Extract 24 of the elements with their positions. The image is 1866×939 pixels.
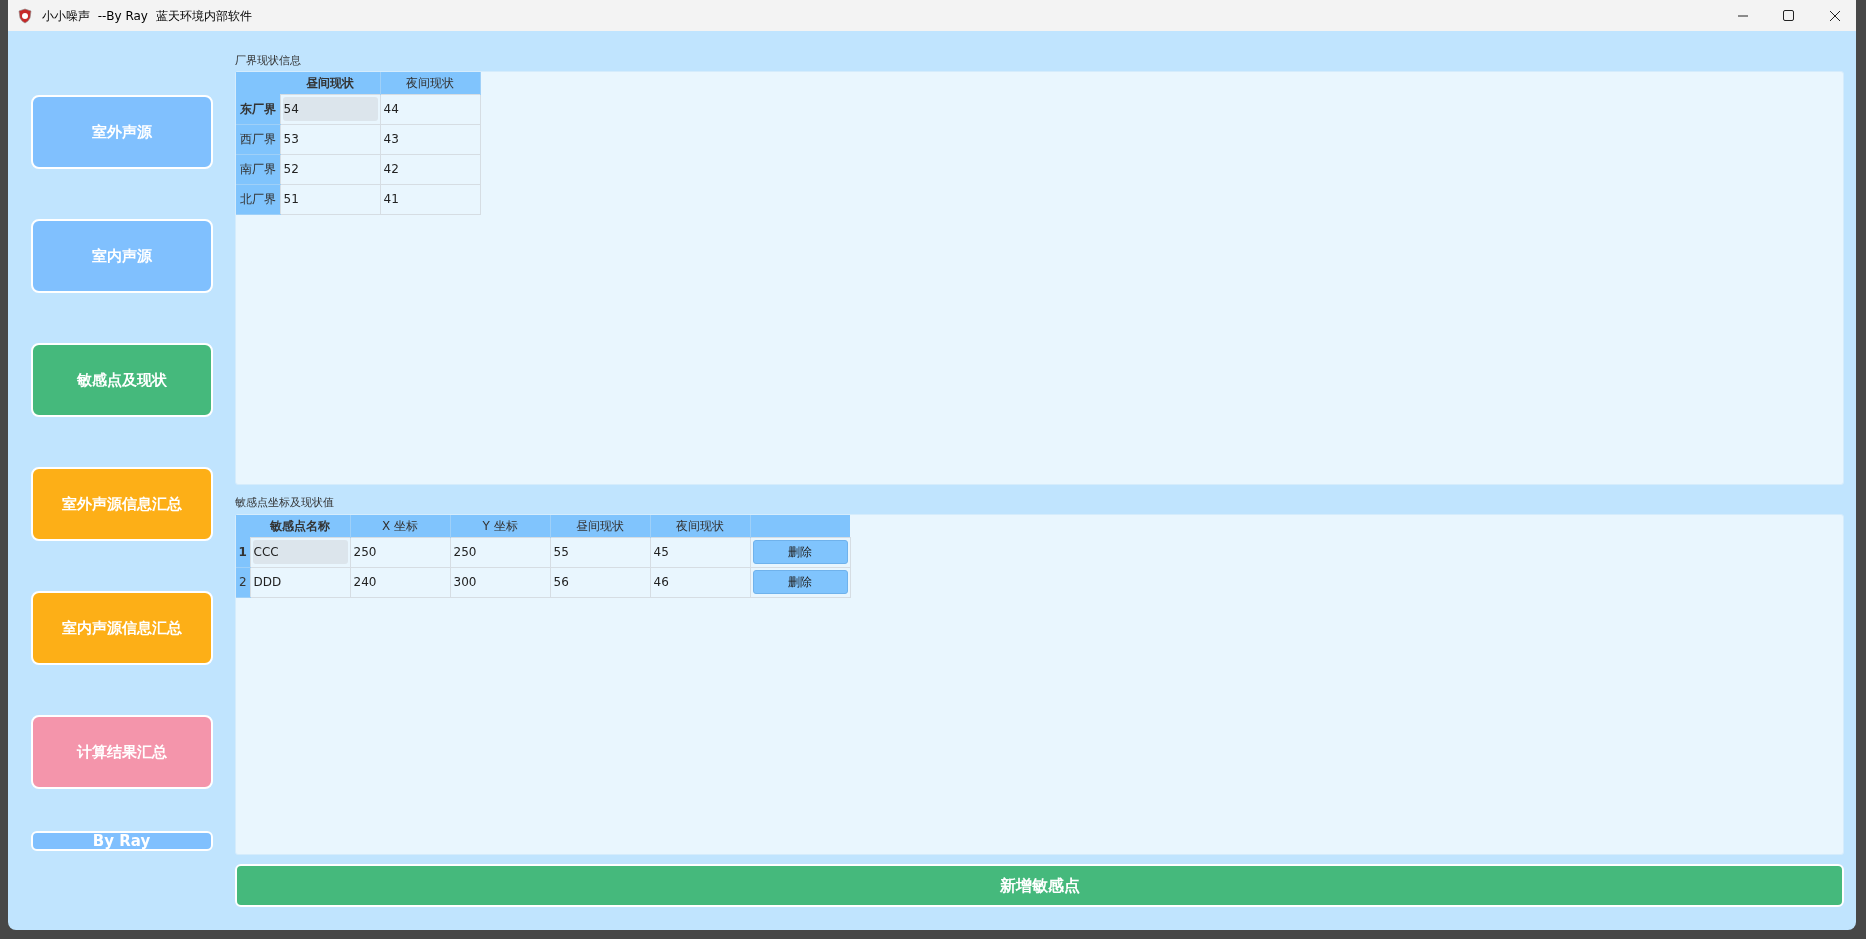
row-header[interactable]: 北厂界 [236, 184, 280, 214]
column-header[interactable]: 夜间现状 [650, 515, 750, 537]
delete-button[interactable]: 删除 [752, 570, 848, 594]
section-title: 敏感点坐标及现状值 [235, 495, 335, 511]
row-header[interactable]: 东厂界 [236, 94, 280, 124]
row-header[interactable]: 2 [236, 567, 250, 597]
section-title: 厂界现状信息 [235, 53, 302, 69]
delete-button[interactable]: 删除 [752, 540, 848, 564]
row-header[interactable]: 1 [236, 537, 250, 567]
row-header[interactable]: 西厂界 [236, 124, 280, 154]
shield-app-icon [18, 7, 32, 24]
row-header[interactable]: 南厂界 [236, 154, 280, 184]
author-label: By Ray [30, 831, 213, 851]
close-icon[interactable] [1829, 9, 1841, 22]
column-header[interactable]: 夜间现状 [380, 72, 480, 94]
table-cell[interactable]: CCC [252, 540, 348, 564]
column-header[interactable]: X 坐标 [350, 515, 450, 537]
column-header[interactable]: 昼间现状 [550, 515, 650, 537]
table-cell[interactable]: 54 [282, 97, 378, 121]
column-header[interactable]: 昼间现状 [280, 72, 380, 94]
column-header[interactable]: Y 坐标 [450, 515, 550, 537]
window-title: 小小噪声 --By Ray 蓝天环境内部软件 [42, 7, 252, 25]
column-header[interactable]: 敏感点名称 [250, 515, 350, 537]
maximize-icon[interactable] [1783, 10, 1794, 21]
